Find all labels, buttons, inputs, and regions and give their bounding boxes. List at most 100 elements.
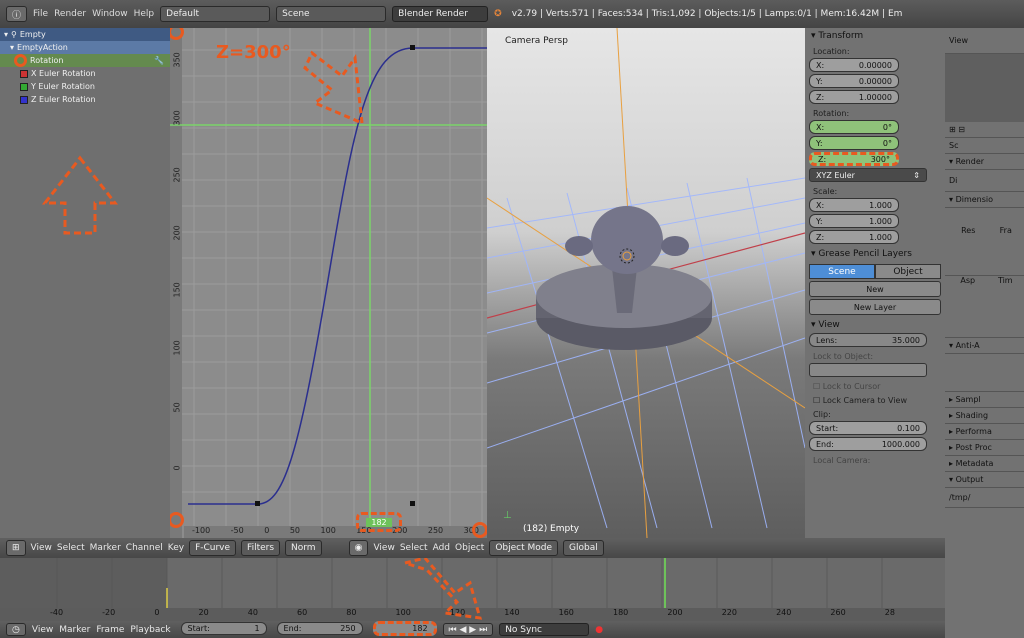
outliner-area[interactable]	[945, 54, 1024, 122]
channel-z-rotation[interactable]: Z Euler Rotation	[0, 93, 170, 106]
end-frame-field[interactable]: End: 250	[276, 622, 363, 635]
view-panel-header[interactable]: ▾ View	[805, 317, 945, 333]
output-panel-header[interactable]: ▾ Output	[945, 472, 1024, 488]
channel-z-label: Z Euler Rotation	[31, 95, 96, 104]
current-frame-indicator[interactable]: 182	[366, 517, 392, 527]
timeline[interactable]: -40 -20 0 20 40 60 80 100 120 140 160 180 200 220 240 2…	[0, 558, 945, 621]
menu-marker[interactable]: Marker	[59, 625, 90, 635]
render-buttons[interactable]: Di	[945, 170, 1024, 192]
lock-object-field[interactable]	[809, 363, 927, 377]
y-tick: 50	[172, 402, 182, 413]
tick-label: 20	[198, 608, 209, 617]
channel-group-rotation[interactable]: Rotation 🔧	[0, 54, 170, 67]
x-axis-scale[interactable]: -100 -50 0 50 100 150 200 250 300	[184, 526, 487, 538]
menu-select[interactable]: Select	[400, 543, 428, 553]
scene-selector[interactable]: Scene	[276, 6, 387, 22]
annotation-circle-icon	[472, 522, 487, 538]
menu-select[interactable]: Select	[57, 543, 85, 553]
menu-object[interactable]: Object	[455, 543, 484, 553]
render-engine-dropdown[interactable]: Blender Render	[392, 6, 489, 22]
start-frame-field[interactable]: Start: 1	[180, 622, 267, 635]
antialias-panel-header[interactable]: ▾ Anti-A	[945, 338, 1024, 354]
channel-tools-icon[interactable]: 🔧	[154, 56, 170, 65]
menu-view[interactable]: View	[373, 543, 394, 553]
outliner-header[interactable]: View	[945, 28, 1024, 54]
location-z-field[interactable]: Z: 1.00000	[809, 90, 899, 104]
output-path-field[interactable]: /tmp/	[945, 488, 1024, 508]
mode-dropdown[interactable]: F-Curve	[189, 540, 237, 556]
menu-file[interactable]: File	[33, 9, 48, 19]
rotation-y-field[interactable]: Y: 0°	[809, 136, 899, 150]
record-icon[interactable]: ●	[595, 625, 603, 635]
antialias-options[interactable]	[945, 354, 1024, 392]
aspect-fields[interactable]: Asp Tim	[945, 276, 1024, 338]
tab-scene[interactable]: Scene	[809, 264, 875, 279]
postproc-panel-header[interactable]: ▸ Post Proc	[945, 440, 1024, 456]
tick-label: 180	[612, 608, 629, 617]
sampling-panel-header[interactable]: ▸ Sampl	[945, 392, 1024, 408]
channel-y-rotation[interactable]: Y Euler Rotation	[0, 80, 170, 93]
location-x-field[interactable]: X: 0.00000	[809, 58, 899, 72]
editor-type-button[interactable]: ⓘ	[6, 6, 28, 22]
grease-pencil-panel-header[interactable]: ▾ Grease Pencil Layers	[805, 246, 945, 262]
editor-type-button[interactable]: ◷	[6, 623, 26, 636]
new-layer-button[interactable]: New Layer	[809, 299, 941, 315]
clip-end-field[interactable]: End: 1000.000	[809, 437, 927, 451]
editor-type-button[interactable]: ⊞	[6, 540, 26, 556]
channel-object[interactable]: ▾ ⚲ Empty	[0, 28, 170, 41]
3d-viewport[interactable]: Camera Persp (182) Empty ⊥	[487, 28, 805, 538]
clip-start-field[interactable]: Start: 0.100	[809, 421, 927, 435]
location-y-field[interactable]: Y: 0.00000	[809, 74, 899, 88]
menu-help[interactable]: Help	[134, 9, 155, 19]
tick-label: 40	[247, 608, 258, 617]
menu-add[interactable]: Add	[433, 543, 450, 553]
normalize-button[interactable]: Norm	[285, 540, 322, 556]
resolution-fields[interactable]: Res Fra	[945, 208, 1024, 276]
lock-cursor-checkbox[interactable]: ☐ Lock to Cursor	[805, 379, 945, 393]
lens-field[interactable]: Lens: 35.000	[809, 333, 927, 347]
rotation-z-field[interactable]: Z: 300°	[809, 152, 899, 166]
scale-y-field[interactable]: Y: 1.000	[809, 214, 899, 228]
sync-dropdown[interactable]: No Sync	[499, 623, 590, 636]
shading-panel-header[interactable]: ▸ Shading	[945, 408, 1024, 424]
current-frame-field[interactable]: 182	[372, 621, 437, 636]
menu-key[interactable]: Key	[168, 543, 184, 553]
playback-controls[interactable]: ⏮ ◀ ▶ ⏭	[442, 623, 494, 636]
gp-source-tabs: Scene Object	[809, 264, 941, 279]
menu-channel[interactable]: Channel	[126, 543, 163, 553]
viewport-canvas[interactable]	[487, 28, 805, 538]
antialias-title: Anti-A	[955, 341, 980, 350]
filters-button[interactable]: Filters	[241, 540, 281, 556]
scale-x-field[interactable]: X: 1.000	[809, 198, 899, 212]
tab-object[interactable]: Object	[875, 264, 941, 279]
channel-x-rotation[interactable]: X Euler Rotation	[0, 67, 170, 80]
channel-action[interactable]: ▾ EmptyAction	[0, 41, 170, 54]
location-label: Location:	[813, 46, 850, 56]
menu-marker[interactable]: Marker	[90, 543, 121, 553]
render-panel-header[interactable]: ▾ Render	[945, 154, 1024, 170]
rotation-x-field[interactable]: X: 0°	[809, 120, 899, 134]
expand-toggle-icon[interactable]	[14, 54, 27, 67]
transform-panel-header[interactable]: ▾ Transform	[805, 28, 945, 44]
scale-z-field[interactable]: Z: 1.000	[809, 230, 899, 244]
mode-label: F-Curve	[195, 543, 231, 553]
editor-type-button[interactable]: ◉	[348, 540, 369, 556]
metadata-panel-header[interactable]: ▸ Metadata	[945, 456, 1024, 472]
menu-playback[interactable]: Playback	[130, 625, 170, 635]
orientation-dropdown[interactable]: Global	[563, 540, 604, 556]
properties-tabs[interactable]: ⊞ ⊟	[945, 122, 1024, 138]
menu-render[interactable]: Render	[54, 9, 86, 19]
menu-window[interactable]: Window	[92, 9, 128, 19]
new-gp-button[interactable]: New	[809, 281, 941, 297]
menu-view[interactable]: View	[31, 543, 52, 553]
rotation-mode-dropdown[interactable]: XYZ Euler ⇕	[809, 168, 927, 182]
graph-editor[interactable]: 350 300 250 200 150 100 50 0 -100 -50 0 50 1…	[170, 28, 487, 538]
layout-selector[interactable]: Default	[160, 6, 271, 22]
field-label: X:	[816, 60, 825, 70]
lock-camera-checkbox[interactable]: ☐ Lock Camera to View	[805, 393, 945, 407]
object-mode-dropdown[interactable]: Object Mode	[489, 540, 559, 556]
dimensions-panel-header[interactable]: ▾ Dimensio	[945, 192, 1024, 208]
menu-view[interactable]: View	[32, 625, 53, 635]
menu-frame[interactable]: Frame	[96, 625, 124, 635]
performance-panel-header[interactable]: ▸ Performa	[945, 424, 1024, 440]
